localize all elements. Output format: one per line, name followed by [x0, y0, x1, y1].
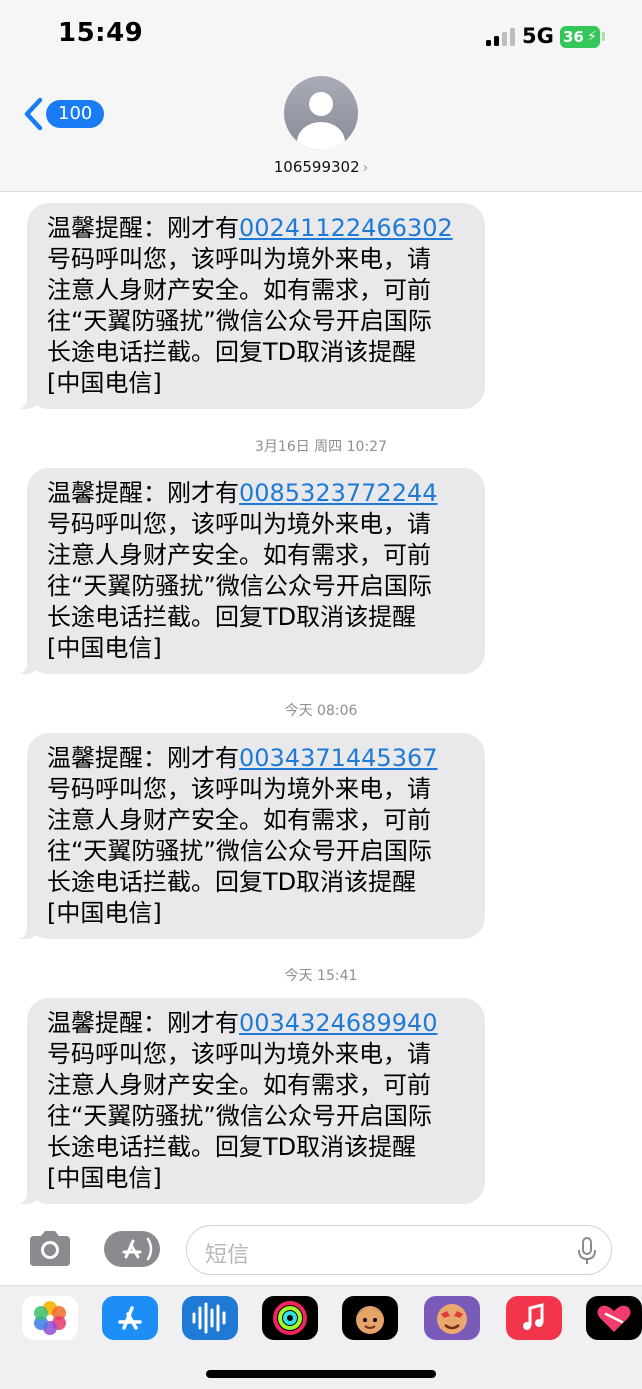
message-line: 注意人身财产安全。如有需求，可前: [47, 541, 431, 569]
status-time: 15:49: [58, 18, 144, 48]
chevron-left-icon: [24, 97, 43, 131]
battery-nub: [602, 32, 605, 41]
phone-number-link[interactable]: 0085323772244: [239, 479, 438, 507]
message-line: 往“天翼防骚扰”微信公众号开启国际: [47, 307, 432, 335]
microphone-icon[interactable]: [577, 1236, 597, 1266]
message-line: 长途电话拦截。回复TD取消该提醒: [47, 868, 417, 896]
camera-icon[interactable]: [26, 1230, 74, 1268]
charging-bolt-icon: ⚡: [587, 29, 597, 45]
message-timestamp: 3月16日 周四 10:27: [255, 439, 387, 455]
message-line: 长途电话拦截。回复TD取消该提醒: [47, 338, 417, 366]
phone-number-link[interactable]: 0034324689940: [239, 1009, 438, 1037]
message-line: 长途电话拦截。回复TD取消该提醒: [47, 1133, 417, 1161]
app-store-icon[interactable]: [102, 1296, 158, 1340]
contact-name: 106599302: [273, 158, 360, 176]
activity-icon[interactable]: [262, 1296, 318, 1340]
status-bar: 15:49 5G 36 ⚡: [0, 0, 642, 68]
message-line: 温馨提醒：刚才有0034324689940: [47, 1009, 438, 1037]
app-store-icon: [122, 1237, 153, 1261]
unread-count-badge: 100: [46, 100, 105, 128]
message-line: 号码呼叫您，该呼叫为境外来电，请: [47, 510, 431, 538]
message-line: 注意人身财产安全。如有需求，可前: [47, 806, 431, 834]
message-thread[interactable]: 温馨提醒：刚才有00241122466302 号码呼叫您，该呼叫为境外来电，请 …: [0, 193, 642, 1213]
battery-level: 36: [563, 28, 584, 46]
message-line: 长途电话拦截。回复TD取消该提醒: [47, 603, 417, 631]
music-icon[interactable]: [506, 1296, 562, 1340]
message-timestamp: 今天 15:41: [284, 968, 358, 984]
message-line: 温馨提醒：刚才有00241122466302: [47, 214, 453, 242]
message-line: [中国电信]: [47, 899, 162, 927]
person-icon: [297, 92, 345, 150]
phone-number-link[interactable]: 00241122466302: [239, 214, 453, 242]
memoji-icon[interactable]: [342, 1296, 398, 1340]
message-timestamp: 今天 08:06: [284, 703, 358, 719]
message-line: 注意人身财产安全。如有需求，可前: [47, 1071, 431, 1099]
digital-touch-icon[interactable]: [586, 1296, 642, 1340]
message-line: 注意人身财产安全。如有需求，可前: [47, 276, 431, 304]
cellular-signal-icon: [486, 28, 516, 46]
message-input[interactable]: 短信: [186, 1225, 612, 1275]
contact-avatar[interactable]: [284, 76, 358, 150]
composer-bar: 短信: [0, 1213, 642, 1285]
message-bubble[interactable]: 温馨提醒：刚才有0034371445367 号码呼叫您，该呼叫为境外来电，请 注…: [15, 733, 485, 939]
message-line: [中国电信]: [47, 369, 162, 397]
message-line: 往“天翼防骚扰”微信公众号开启国际: [47, 1102, 432, 1130]
contact-name-button[interactable]: 106599302 ›: [0, 158, 642, 176]
battery-icon: 36 ⚡: [560, 26, 600, 48]
message-line: 温馨提醒：刚才有0034371445367: [47, 744, 438, 772]
network-type: 5G: [522, 24, 554, 48]
message-line: 号码呼叫您，该呼叫为境外来电，请: [47, 1040, 431, 1068]
conversation-header: 100 106599302 ›: [0, 68, 642, 192]
back-button[interactable]: 100: [22, 94, 105, 134]
app-store-apps-button[interactable]: [104, 1231, 160, 1267]
message-line: 号码呼叫您，该呼叫为境外来电，请: [47, 775, 431, 803]
memoji-stickers-icon[interactable]: [424, 1296, 480, 1340]
message-line: 往“天翼防骚扰”微信公众号开启国际: [47, 837, 432, 865]
message-bubble[interactable]: 温馨提醒：刚才有00241122466302 号码呼叫您，该呼叫为境外来电，请 …: [15, 203, 485, 409]
phone-number-link[interactable]: 0034371445367: [239, 744, 438, 772]
message-line: [中国电信]: [47, 1164, 162, 1192]
message-input-placeholder: 短信: [205, 1243, 250, 1268]
message-line: [中国电信]: [47, 634, 162, 662]
home-indicator[interactable]: [206, 1370, 436, 1378]
audio-message-icon[interactable]: [182, 1296, 238, 1340]
message-line: 号码呼叫您，该呼叫为境外来电，请: [47, 245, 431, 273]
message-line: 往“天翼防骚扰”微信公众号开启国际: [47, 572, 432, 600]
chevron-right-icon: ›: [362, 160, 369, 176]
message-bubble[interactable]: 温馨提醒：刚才有0034324689940 号码呼叫您，该呼叫为境外来电，请 注…: [15, 998, 485, 1204]
message-line: 温馨提醒：刚才有0085323772244: [47, 479, 438, 507]
message-bubble[interactable]: 温馨提醒：刚才有0085323772244 号码呼叫您，该呼叫为境外来电，请 注…: [15, 468, 485, 674]
photos-icon[interactable]: [22, 1296, 78, 1340]
